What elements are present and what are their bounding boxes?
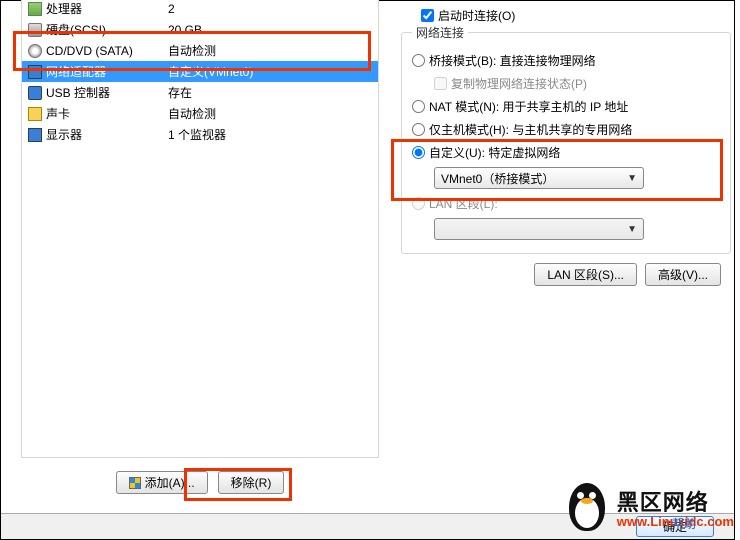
radio-bridged-input[interactable]: [412, 54, 425, 67]
custom-vmnet-value: VMnet0（桥接模式）: [441, 170, 554, 187]
device-name: 显示器: [46, 128, 82, 142]
hardware-row[interactable]: 显示器 1 个监视器: [22, 124, 378, 145]
device-value: 1 个监视器: [162, 124, 378, 145]
replicate-input[interactable]: [434, 77, 447, 90]
lan-segment-button[interactable]: LAN 区段(S)...: [534, 263, 637, 286]
device-icon: [28, 2, 42, 16]
device-icon: [28, 44, 42, 58]
chevron-down-icon: ▼: [627, 224, 637, 235]
hardware-row[interactable]: 声卡 自动检测: [22, 103, 378, 124]
hardware-row[interactable]: CD/DVD (SATA) 自动检测: [22, 40, 378, 61]
hardware-row[interactable]: 网络适配器 自定义(VMnet0): [22, 61, 378, 82]
replicate-label: 复制物理网络连接状态(P): [451, 75, 587, 92]
lan-select[interactable]: ▼: [434, 218, 644, 240]
hardware-row[interactable]: USB 控制器 存在: [22, 82, 378, 103]
radio-nat-input[interactable]: [412, 100, 425, 113]
dialog-footer: 确定: [1, 513, 734, 539]
device-name: 网络适配器: [46, 65, 106, 79]
device-value: 2: [162, 0, 378, 19]
device-value: 自定义(VMnet0): [162, 61, 378, 82]
radio-hostonly-input[interactable]: [412, 123, 425, 136]
radio-lan[interactable]: LAN 区段(L):: [412, 192, 720, 215]
device-icon: [28, 128, 42, 142]
device-value: 自动检测: [162, 103, 378, 124]
lan-advanced-row: LAN 区段(S)... 高级(V)...: [534, 263, 721, 286]
radio-lan-input[interactable]: [412, 197, 425, 210]
device-name: 硬盘(SCSI): [46, 23, 106, 37]
hardware-list: 处理器2硬盘(SCSI)20 GBCD/DVD (SATA)自动检测网络适配器自…: [21, 0, 379, 458]
add-hardware-button[interactable]: 添加(A)...: [116, 471, 208, 494]
shield-icon: [129, 477, 141, 489]
lan-segment-label: LAN 区段(S)...: [547, 266, 624, 283]
chevron-down-icon: ▼: [627, 173, 637, 184]
radio-nat-label: NAT 模式(N): 用于共享主机的 IP 地址: [429, 98, 628, 115]
radio-bridged[interactable]: 桥接模式(B): 直接连接物理网络: [412, 49, 720, 72]
device-icon: [28, 23, 42, 37]
device-name: USB 控制器: [46, 86, 110, 100]
custom-vmnet-select[interactable]: VMnet0（桥接模式） ▼: [434, 167, 644, 189]
radio-bridged-label: 桥接模式(B): 直接连接物理网络: [429, 52, 596, 69]
replicate-checkbox[interactable]: 复制物理网络连接状态(P): [412, 72, 720, 95]
help-link[interactable]: 帮助: [672, 515, 696, 532]
device-icon: [28, 107, 42, 121]
radio-hostonly-label: 仅主机模式(H): 与主机共享的专用网络: [429, 121, 632, 138]
device-value: 20 GB: [162, 19, 378, 40]
device-name: 声卡: [46, 107, 70, 121]
device-value: 自动检测: [162, 40, 378, 61]
device-icon: [28, 86, 42, 100]
radio-lan-label: LAN 区段(L):: [429, 195, 498, 212]
radio-hostonly[interactable]: 仅主机模式(H): 与主机共享的专用网络: [412, 118, 720, 141]
network-legend: 网络连接: [412, 24, 468, 41]
radio-custom-label: 自定义(U): 特定虚拟网络: [429, 144, 560, 161]
radio-custom[interactable]: 自定义(U): 特定虚拟网络: [412, 141, 720, 164]
device-icon: [28, 65, 42, 79]
device-value: 存在: [162, 82, 378, 103]
hardware-row[interactable]: 处理器 2: [22, 0, 378, 19]
network-connection-group: 网络连接 桥接模式(B): 直接连接物理网络 复制物理网络连接状态(P) NAT…: [401, 24, 731, 254]
device-name: 处理器: [46, 2, 82, 16]
device-name: CD/DVD (SATA): [46, 44, 133, 58]
advanced-button[interactable]: 高级(V)...: [645, 263, 721, 286]
remove-hardware-button[interactable]: 移除(R): [218, 471, 285, 494]
right-panel: 网络连接 桥接模式(B): 直接连接物理网络 复制物理网络连接状态(P) NAT…: [401, 0, 731, 254]
add-button-label: 添加(A)...: [145, 474, 195, 491]
radio-custom-input[interactable]: [412, 146, 425, 159]
vm-settings-dialog: 启动时连接(O) 处理器2硬盘(SCSI)20 GBCD/DVD (SATA)自…: [0, 0, 735, 540]
hardware-row[interactable]: 硬盘(SCSI) 20 GB: [22, 19, 378, 40]
advanced-label: 高级(V)...: [658, 266, 708, 283]
remove-button-label: 移除(R): [231, 474, 272, 491]
hardware-buttons-row: 添加(A)... 移除(R): [21, 471, 379, 494]
radio-nat[interactable]: NAT 模式(N): 用于共享主机的 IP 地址: [412, 95, 720, 118]
